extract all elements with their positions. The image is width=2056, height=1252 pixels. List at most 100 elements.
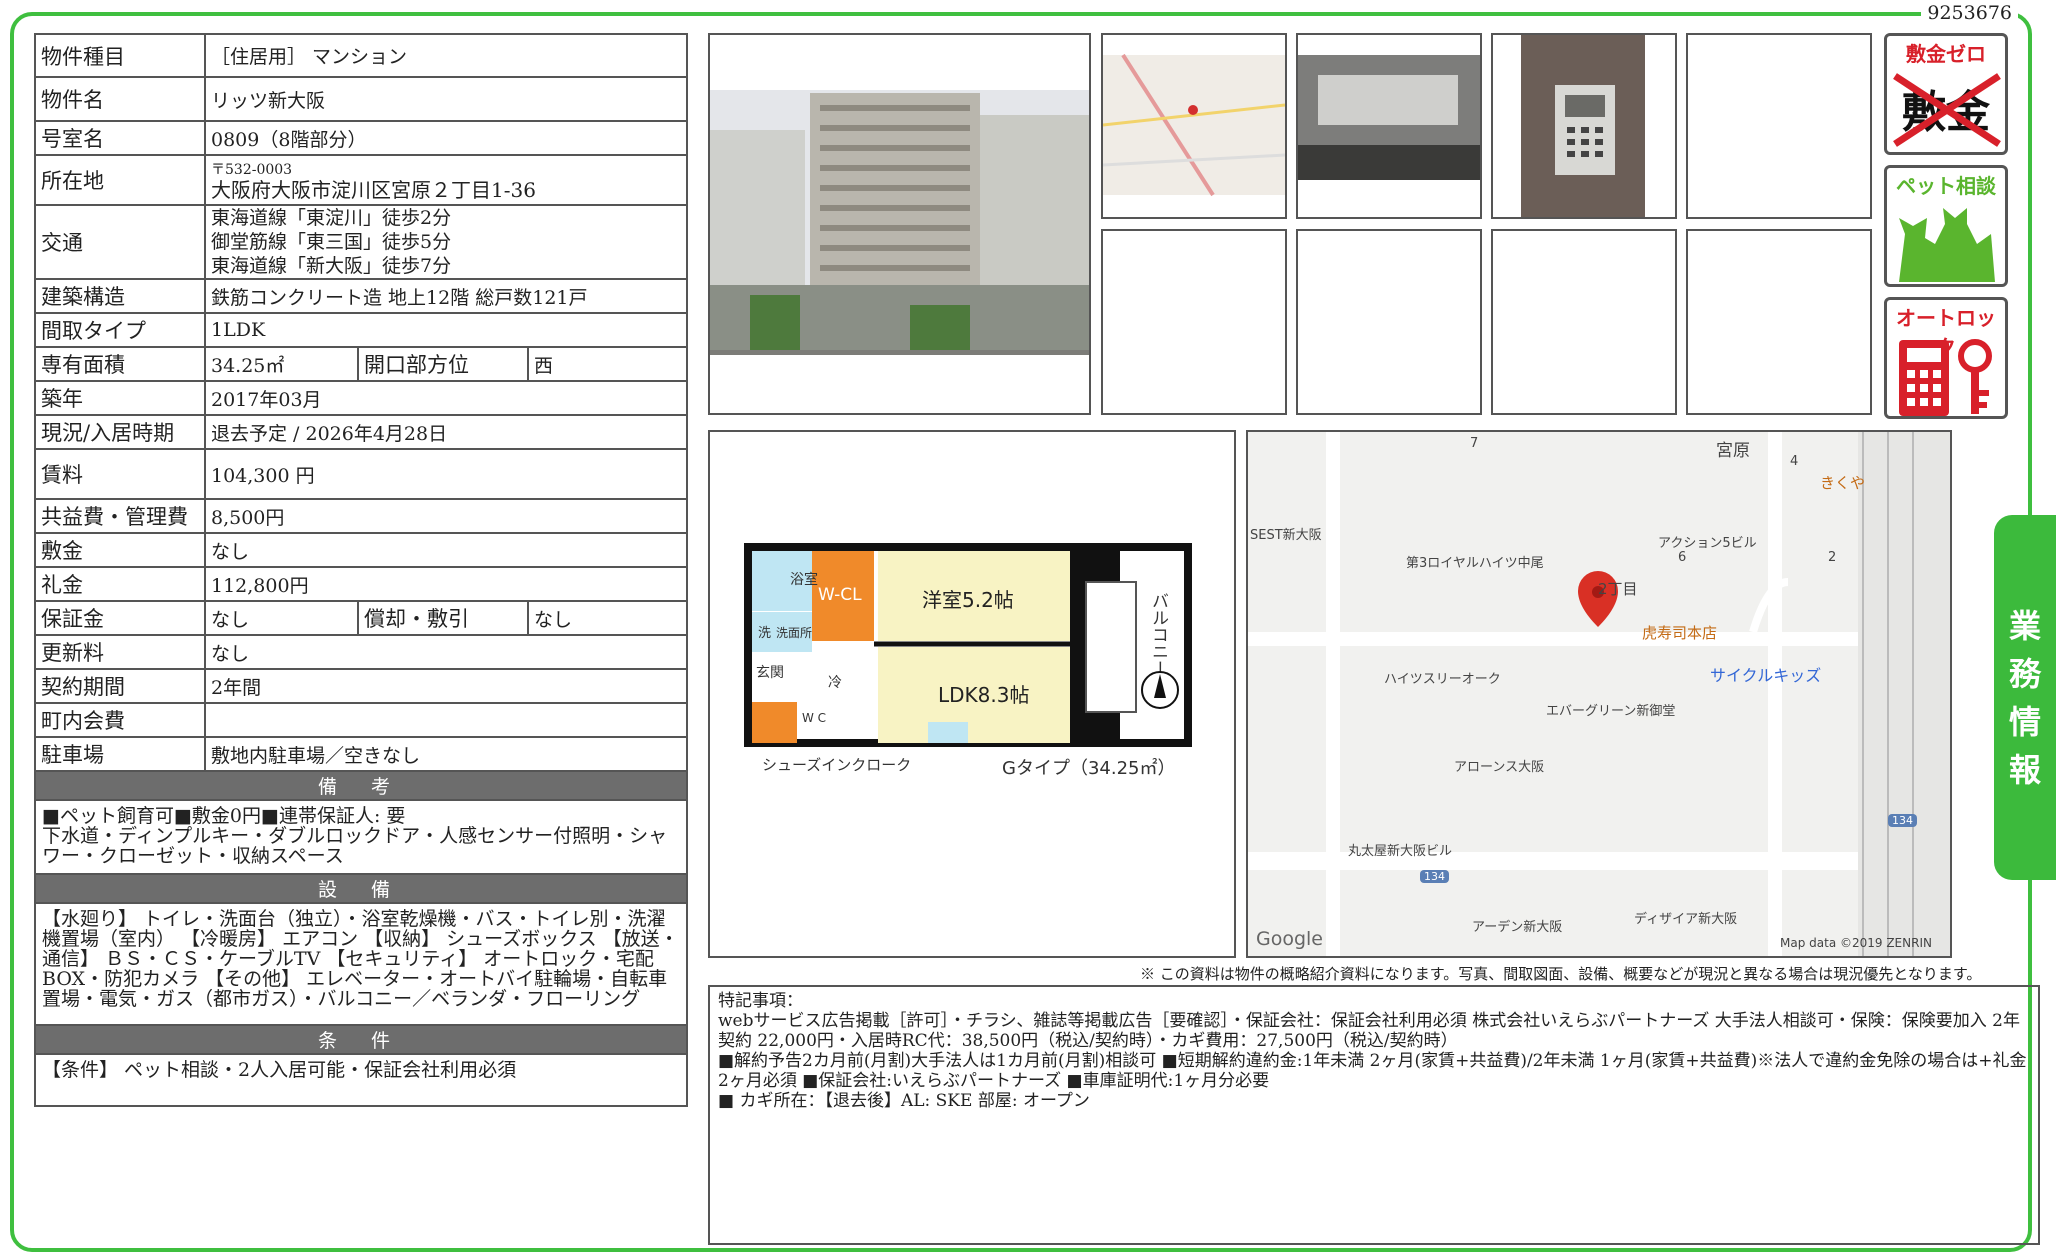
map-route-badge: 134 [1888, 814, 1917, 827]
disclaimer-text: ※ この資料は物件の概略紹介資料になります。写真、間取図面、設備、概要などが現況… [1140, 965, 1982, 983]
area-label: 専有面積 [34, 346, 206, 382]
map-label: 宮原 [1716, 441, 1750, 461]
business-info-tab[interactable]: 業 務 情 報 [1994, 515, 2056, 880]
parking-value: 敷地内駐車場／空きなし [203, 736, 689, 772]
pet-ok-badge: ペット相談 [1884, 165, 2008, 287]
photo-slot-empty [1296, 229, 1482, 415]
area-map-thumbnail[interactable] [1101, 33, 1287, 219]
equipment-header: 設 備 [33, 873, 689, 904]
special-notes-title: 特記事項： [718, 991, 803, 1011]
map-label: アクション5ビル [1658, 536, 1757, 551]
map-label: きくや [1820, 474, 1866, 492]
status-value: 退去予定 / 2026年4月28日 [203, 414, 689, 450]
photo-slot-empty [1101, 229, 1287, 415]
rent-label: 賃料 [34, 448, 206, 500]
map-background [1248, 432, 1950, 956]
map-label: 第3ロイヤルハイツ中尾 [1406, 556, 1544, 571]
map-label: アーデン新大阪 [1472, 920, 1563, 935]
zero-deposit-badge: 敷金ゼロ 敷金 [1884, 33, 2008, 155]
photo-slot-empty [1686, 229, 1872, 415]
amort-value: なし [526, 600, 689, 636]
google-logo: Google [1256, 928, 1324, 950]
map-attribution: Map data ©2019 ZENRIN [1780, 936, 1932, 950]
conditions-header: 条 件 [33, 1024, 689, 1055]
pet-silhouette-icon [1899, 208, 1995, 282]
contract-value: 2年間 [203, 668, 689, 704]
built-value: 2017年03月 [203, 380, 689, 416]
floorplan-wcl-label: W-CL [818, 585, 862, 605]
map-label: ディザイア新大阪 [1634, 912, 1738, 927]
special-notes-line: webサービス広告掲載［許可］・チラシ、雑誌等掲載広告［要確認］・保証会社：保証… [718, 1011, 2020, 1051]
built-label: 築年 [34, 380, 206, 416]
map-label: 4 [1790, 454, 1799, 469]
traffic-line: 東海道線「東淀川」徒歩2分 [211, 207, 452, 229]
floorplan-type-label: Gタイプ（34.25㎡） [1002, 757, 1175, 779]
key-money-value: 112,800円 [203, 566, 689, 602]
deposit-value: なし [203, 532, 689, 568]
sidetab-char: 情 [2008, 702, 2041, 741]
location-map[interactable]: 宮原 4 7 きくや SEST新大阪 第3ロイヤルハイツ中尾 アクション5ビル … [1246, 430, 1952, 958]
address-value: 大阪府大阪市淀川区宮原２丁目1-36 [211, 178, 536, 202]
floorplan-wc-label: W C [802, 711, 826, 725]
floorplan-fridge-label: 冷 [828, 675, 842, 691]
sidetab-char: 務 [2008, 654, 2041, 693]
layout-value: 1LDK [203, 312, 689, 348]
renewal-value: なし [203, 634, 689, 670]
parking-label: 駐車場 [34, 736, 206, 772]
map-label: サイクルキッズ [1710, 666, 1822, 685]
equipment-text: 【水廻り】 トイレ・洗面台（独立）・浴室乾燥機・バス・トイレ別・洗濯機置場（室内… [33, 902, 689, 1026]
room-value: 0809（8階部分） [203, 120, 689, 156]
address-label: 所在地 [34, 154, 206, 206]
map-label: 丸太屋新大阪ビル [1348, 844, 1453, 859]
conditions-text: 【条件】 ペット相談・2人入居可能・保証会社利用必須 [33, 1053, 689, 1107]
map-label: エバーグリーン新御堂 [1546, 704, 1676, 719]
auto-lock-badge: オートロック [1884, 297, 2008, 419]
cross-mark-icon [1893, 73, 2001, 147]
contract-label: 契約期間 [34, 668, 206, 704]
remarks-header: 備 考 [33, 770, 689, 801]
special-notes-box: 特記事項： webサービス広告掲載［許可］・チラシ、雑誌等掲載広告［要確認］・保… [708, 985, 2040, 1245]
direction-value: 西 [526, 346, 689, 382]
floorplan-ldk-label: LDK8.3帖 [938, 683, 1029, 707]
map-label: 7 [1470, 436, 1479, 451]
floorplan-washroom-label: 洗面所 [776, 626, 812, 640]
area-value: 34.25㎡ [204, 346, 359, 382]
traffic-label: 交通 [34, 204, 206, 280]
floorplan-balcony-label: バルコニー [1148, 592, 1168, 677]
map-label: SEST新大阪 [1250, 528, 1322, 543]
status-label: 現況/入居時期 [34, 414, 206, 450]
guarantee-label: 保証金 [34, 600, 206, 636]
intercom-photo[interactable] [1491, 33, 1677, 219]
traffic-line: 御堂筋線「東三国」徒歩5分 [211, 231, 452, 253]
special-notes-line: ■ カギ所在：【退去後】AL: SKE 部屋: オープン [718, 1091, 1090, 1111]
type-value: ［住居用］ マンション [203, 33, 689, 78]
sidetab-char: 報 [2008, 750, 2041, 789]
floorplan-room-label: 洋室5.2帖 [922, 588, 1014, 612]
type-label: 物件種目 [34, 33, 206, 78]
room-label: 号室名 [34, 120, 206, 156]
structure-label: 建築構造 [34, 278, 206, 314]
name-value: リッツ新大阪 [203, 76, 689, 122]
floorplan-shoes-label: シューズインクローク [762, 756, 911, 774]
direction-label: 開口部方位 [357, 346, 529, 382]
property-spec-table: 物件種目 ［住居用］ マンション 物件名 リッツ新大阪 号室名 0809（8階部分） … [33, 33, 689, 1107]
town-label: 町内会費 [34, 702, 206, 738]
entrance-hall-photo[interactable] [1296, 33, 1482, 219]
lock-keypad-icon [1899, 339, 1992, 416]
layout-label: 間取タイプ [34, 312, 206, 348]
building-exterior-photo[interactable] [708, 33, 1091, 415]
remarks-text: ■ペット飼育可■敷金0円■連帯保証人: 要 下水道・ディンプルキー・ダブルロック… [33, 799, 689, 875]
map-label: 2 [1828, 550, 1837, 565]
photo-slot-empty [1686, 33, 1872, 219]
badge-label: ペット相談 [1896, 174, 1996, 198]
deposit-label: 敷金 [34, 532, 206, 568]
photo-slot-empty [1491, 229, 1677, 415]
map-label: 6 [1678, 550, 1687, 565]
special-notes-line: ■解約予告2カ月前(月割)大手法人は1カ月前(月割)相談可 ■短期解約違約金:1… [718, 1051, 2027, 1091]
name-label: 物件名 [34, 76, 206, 122]
floor-plan[interactable]: 浴室 W-CL 洋室5.2帖 LDK8.3帖 洗 洗面所 玄関 冷 W C バル… [708, 430, 1236, 958]
document-number: 9253676 [1921, 2, 2018, 24]
postal-code: 〒532-0003 [211, 162, 293, 178]
map-label: 虎寿司本店 [1642, 624, 1718, 642]
amort-label: 償却・敷引 [357, 600, 529, 636]
